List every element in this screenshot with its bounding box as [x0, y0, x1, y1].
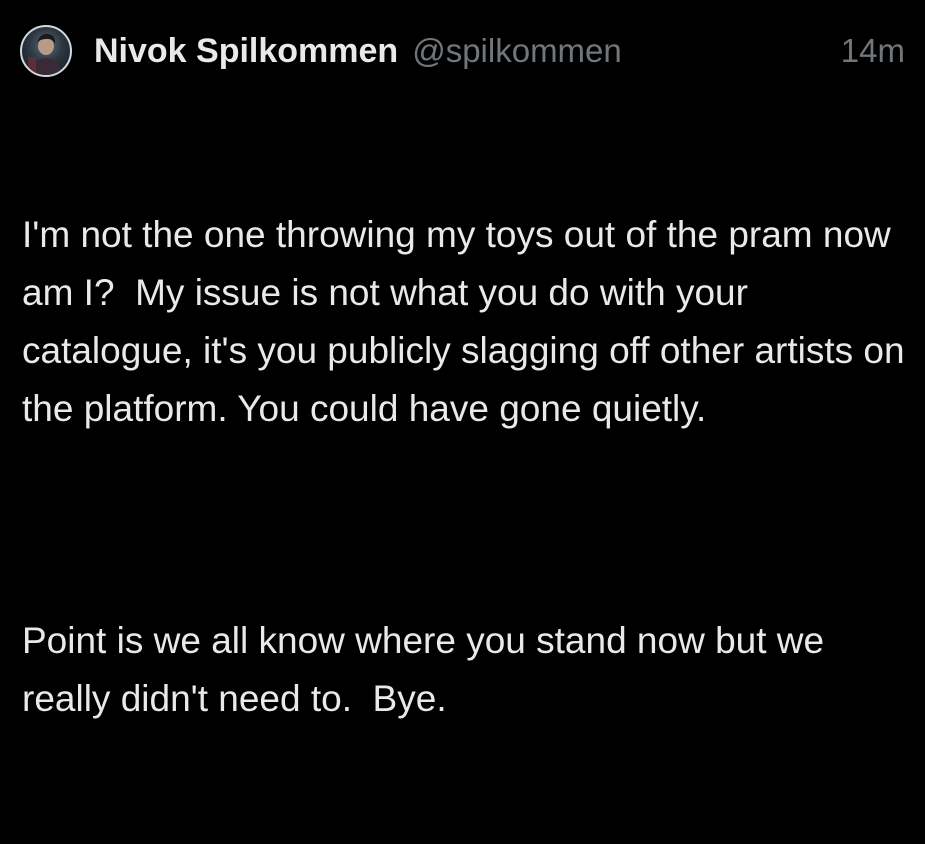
tweet[interactable]: Nivok Spilkommen @spilkommen 14m I'm not… — [0, 0, 925, 719]
tweet-paragraph: I'm not the one throwing my toys out of … — [22, 214, 915, 429]
tweet-paragraph: Point is we all know where you stand now… — [22, 620, 835, 719]
display-name[interactable]: Nivok Spilkommen — [94, 32, 398, 71]
tweet-text: I'm not the one throwing my toys out of … — [22, 90, 912, 844]
person-icon — [28, 33, 62, 75]
avatar[interactable] — [20, 25, 72, 77]
user-handle[interactable]: @spilkommen — [412, 32, 622, 70]
tweet-header: Nivok Spilkommen @spilkommen 14m — [20, 24, 905, 78]
timestamp[interactable]: 14m — [841, 32, 905, 70]
